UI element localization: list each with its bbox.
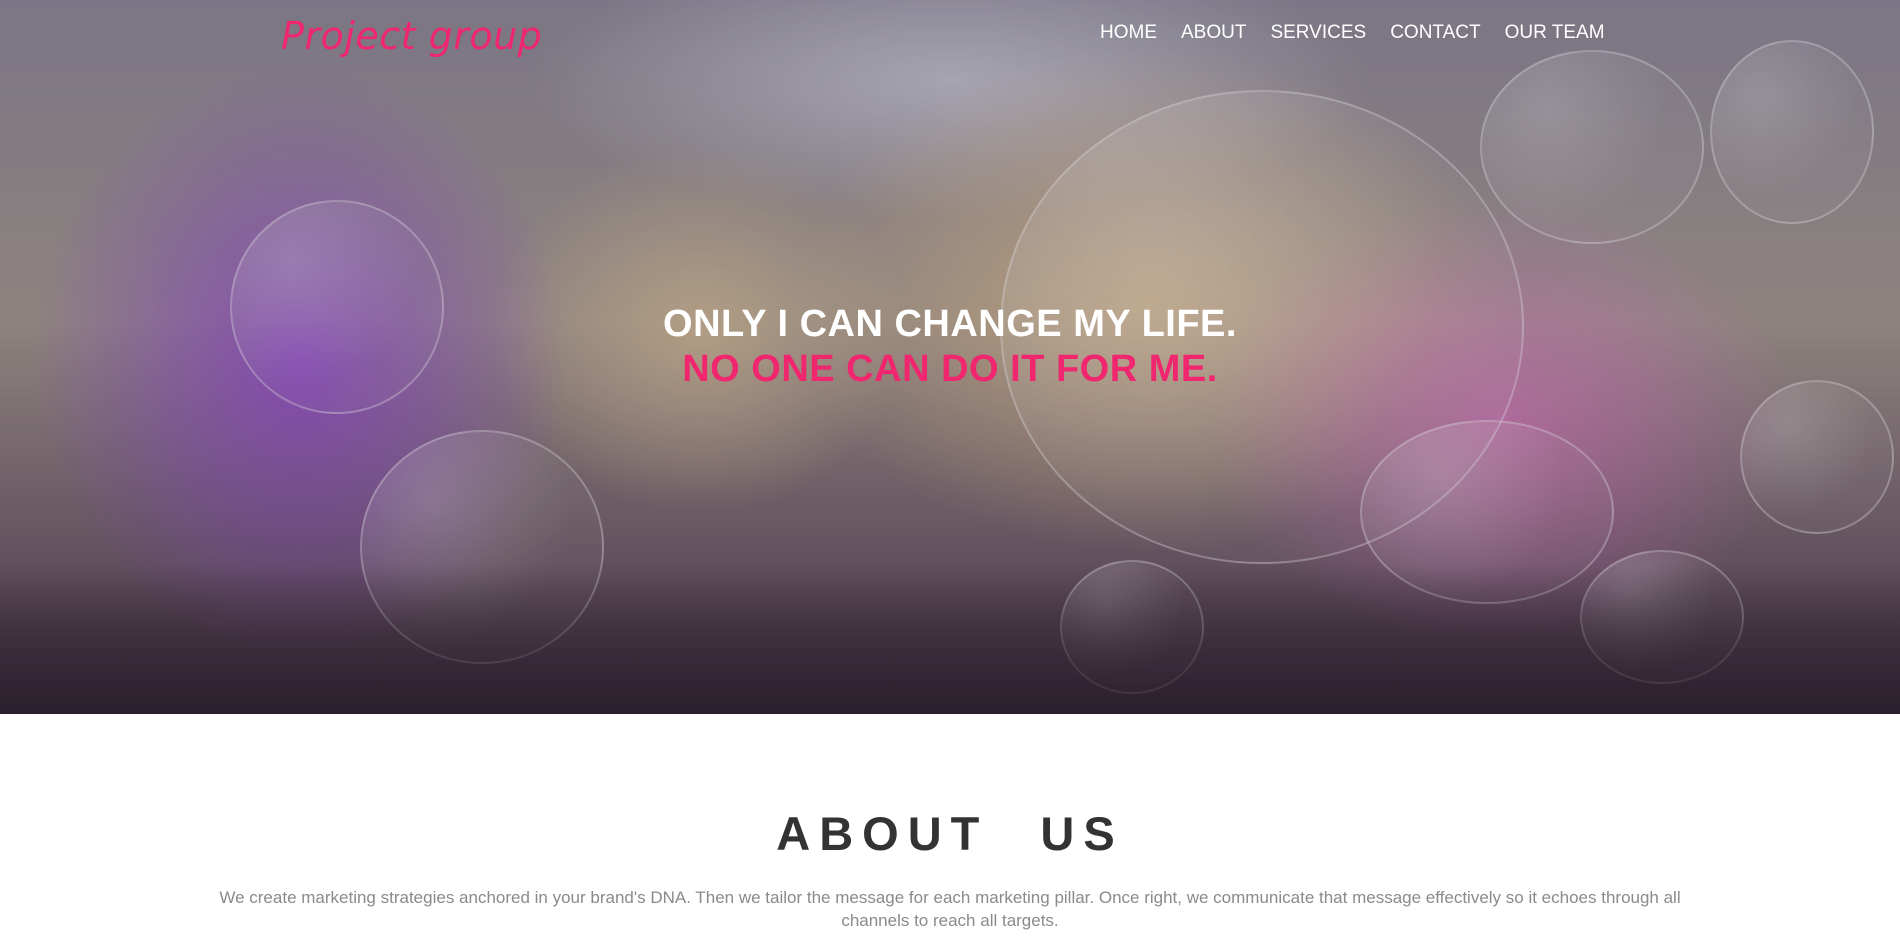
hero-banner: Project group HOME ABOUT SERVICES CONTAC…: [0, 0, 1900, 714]
site-logo[interactable]: Project group: [281, 14, 542, 58]
nav-item-home[interactable]: HOME: [1100, 22, 1157, 44]
nav-item-about[interactable]: ABOUT: [1181, 22, 1246, 44]
hero-headline-line-2: NO ONE CAN DO IT FOR ME.: [682, 348, 1218, 390]
nav-item-contact[interactable]: CONTACT: [1390, 22, 1480, 44]
nav-item-services[interactable]: SERVICES: [1270, 22, 1366, 44]
main-nav: HOME ABOUT SERVICES CONTACT OUR TEAM: [1100, 22, 1629, 44]
about-text: We create marketing strategies anchored …: [219, 888, 1681, 930]
about-title: ABOUT US: [776, 807, 1124, 860]
about-section: ABOUT US We create marketing strategies …: [0, 714, 1900, 943]
hero-headline-line-1: ONLY I CAN CHANGE MY LIFE.: [663, 303, 1237, 345]
nav-item-our-team[interactable]: OUR TEAM: [1505, 22, 1605, 44]
hero-headline: ONLY I CAN CHANGE MY LIFE. NO ONE CAN DO…: [0, 302, 1900, 392]
